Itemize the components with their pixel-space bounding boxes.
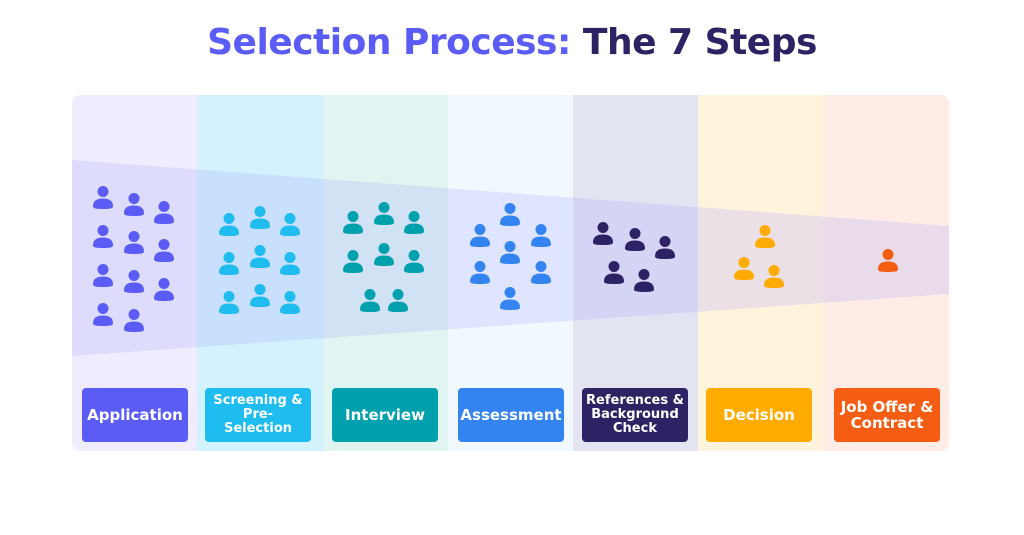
person-icon — [624, 227, 646, 251]
person-icon — [279, 290, 301, 314]
person-icon — [153, 200, 175, 224]
step-label-references: References & Background Check — [582, 388, 688, 442]
person-icon — [218, 290, 240, 314]
person-icon — [218, 251, 240, 275]
person-icon — [249, 205, 271, 229]
person-icon — [387, 288, 409, 312]
person-icon — [403, 210, 425, 234]
person-icon — [342, 249, 364, 273]
title-part-1: Selection Process: — [207, 22, 571, 63]
step-label-application: Application — [82, 388, 188, 442]
step-label-text: Interview — [345, 406, 425, 424]
person-icon — [92, 302, 114, 326]
person-icon — [342, 210, 364, 234]
person-icon — [603, 260, 625, 284]
step-label-text: Decision — [723, 406, 795, 424]
step-label-decision: Decision — [706, 388, 812, 442]
person-icon — [279, 212, 301, 236]
person-icon — [123, 269, 145, 293]
person-icon — [249, 283, 271, 307]
title-part-2: The 7 Steps — [582, 22, 817, 63]
person-icon — [92, 185, 114, 209]
person-icon — [218, 212, 240, 236]
person-icon — [359, 288, 381, 312]
person-icon — [592, 221, 614, 245]
person-icon — [92, 224, 114, 248]
steps-panel: Application Screening & Pre-Selection Inte… — [72, 95, 949, 451]
step-label-text: Job Offer & Contract — [840, 398, 934, 432]
person-icon — [153, 277, 175, 301]
step-label-text: Application — [87, 406, 183, 424]
step-label-interview: Interview — [332, 388, 438, 442]
person-icon — [153, 238, 175, 262]
step-label-screening: Screening & Pre-Selection — [205, 388, 311, 442]
person-icon — [877, 248, 899, 272]
person-icon — [403, 249, 425, 273]
person-icon — [123, 308, 145, 332]
person-icon — [373, 201, 395, 225]
step-label-text: References & Background Check — [586, 393, 684, 436]
person-icon — [279, 251, 301, 275]
person-icon — [654, 235, 676, 259]
step-label-text: Assessment — [460, 406, 562, 424]
person-icon — [530, 260, 552, 284]
person-icon — [499, 286, 521, 310]
person-icon — [499, 240, 521, 264]
step-label-assessment: Assessment — [458, 388, 564, 442]
step-label-text: Screening & Pre-Selection — [213, 393, 303, 436]
person-icon — [530, 223, 552, 247]
person-icon — [123, 192, 145, 216]
step-label-job-offer: Job Offer & Contract — [834, 388, 940, 442]
person-icon — [633, 268, 655, 292]
person-icon — [92, 263, 114, 287]
person-icon — [754, 224, 776, 248]
person-icon — [469, 260, 491, 284]
diagram-title: Selection Process: The 7 Steps — [0, 22, 1024, 63]
person-icon — [249, 244, 271, 268]
person-icon — [373, 242, 395, 266]
person-icon — [123, 230, 145, 254]
person-icon — [733, 256, 755, 280]
person-icon — [469, 223, 491, 247]
person-icon — [763, 264, 785, 288]
person-icon — [499, 202, 521, 226]
